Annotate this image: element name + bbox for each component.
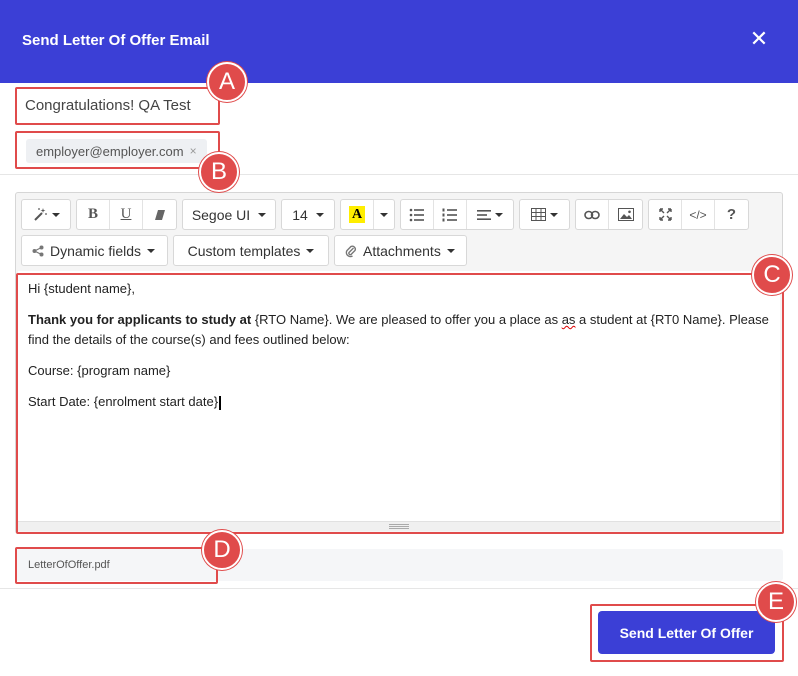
style-group	[21, 199, 71, 230]
divider	[0, 588, 798, 589]
align-dropdown[interactable]	[467, 200, 513, 229]
annotation-badge-c: C	[752, 255, 792, 295]
fullscreen-icon	[658, 208, 672, 221]
annotation-badge-b: B	[199, 152, 239, 192]
attachments-dropdown[interactable]: Attachments	[334, 235, 467, 266]
divider	[0, 174, 798, 175]
paperclip-icon	[345, 245, 356, 257]
ordered-list-button[interactable]	[434, 200, 467, 229]
picture-button[interactable]	[609, 200, 642, 229]
annotation-box-a	[15, 87, 220, 125]
annotation-badge-d: D	[202, 530, 242, 570]
color-group: A	[340, 199, 395, 230]
link-button[interactable]	[576, 200, 609, 229]
font-family-dropdown[interactable]: Segoe UI	[183, 200, 275, 229]
dialog-title: Send Letter Of Offer Email	[22, 32, 210, 49]
table-dropdown[interactable]	[520, 200, 569, 229]
editor-toolbar-row-2: Dynamic fields Custom templates Attachme…	[21, 235, 467, 266]
code-view-button[interactable]: </>	[682, 200, 715, 229]
ordered-list-icon	[442, 208, 457, 221]
fullscreen-button[interactable]	[649, 200, 682, 229]
custom-templates-dropdown[interactable]: Custom templates	[173, 235, 329, 266]
dialog-header: Send Letter Of Offer Email ✕	[0, 0, 798, 83]
view-group: </> ?	[648, 199, 749, 230]
unordered-list-icon	[409, 208, 424, 221]
attachments-label: Attachments	[363, 242, 441, 259]
highlight-letter: A	[349, 206, 365, 223]
dynamic-fields-dropdown[interactable]: Dynamic fields	[21, 235, 168, 266]
font-size-group: 14	[281, 199, 335, 230]
help-button[interactable]: ?	[715, 200, 748, 229]
picture-icon	[617, 208, 634, 221]
font-family-group: Segoe UI	[182, 199, 276, 230]
custom-templates-label: Custom templates	[187, 242, 301, 259]
format-group: B U	[76, 199, 177, 230]
eraser-icon	[154, 209, 165, 220]
annotation-box-b	[15, 131, 220, 169]
unordered-list-button[interactable]	[401, 200, 434, 229]
highlight-color-dropdown[interactable]	[374, 200, 394, 229]
underline-button[interactable]: U	[110, 200, 143, 229]
annotation-badge-e: E	[756, 582, 796, 622]
table-group	[519, 199, 570, 230]
align-icon	[477, 209, 491, 220]
highlight-color-button[interactable]: A	[341, 200, 374, 229]
annotation-badge-a: A	[207, 62, 247, 102]
annotation-box-e	[590, 604, 784, 662]
paragraph-group	[400, 199, 514, 230]
share-icon	[32, 245, 44, 256]
send-letter-dialog: Send Letter Of Offer Email ✕ Congratulat…	[0, 0, 798, 676]
magic-wand-icon	[34, 207, 47, 221]
clear-format-button[interactable]	[143, 200, 176, 229]
annotation-box-c	[16, 273, 784, 534]
bold-button[interactable]: B	[77, 200, 110, 229]
table-icon	[531, 208, 546, 221]
close-icon[interactable]: ✕	[746, 26, 772, 52]
link-icon	[584, 210, 600, 219]
font-size-label: 14	[292, 206, 308, 223]
style-dropdown[interactable]	[22, 200, 70, 229]
font-size-dropdown[interactable]: 14	[282, 200, 334, 229]
annotation-box-d	[15, 547, 218, 584]
insert-group	[575, 199, 643, 230]
editor-toolbar-row-1: B U Segoe UI 14 A </> ?	[21, 199, 749, 230]
font-family-label: Segoe UI	[191, 206, 251, 223]
dynamic-fields-label: Dynamic fields	[50, 242, 142, 259]
